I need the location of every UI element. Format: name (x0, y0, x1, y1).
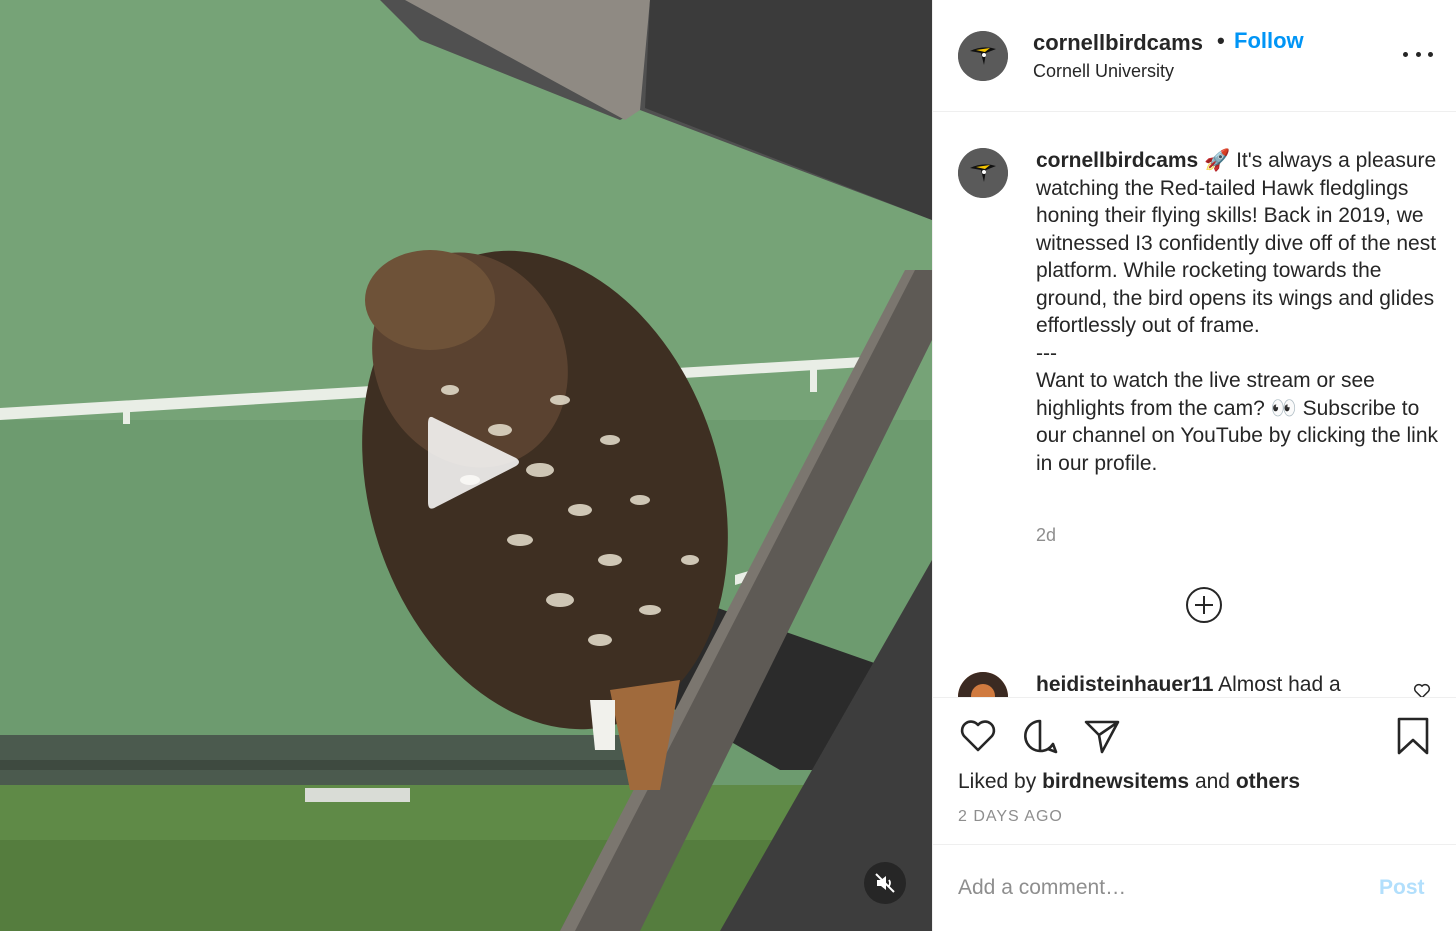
mute-toggle-button[interactable] (864, 862, 906, 904)
add-comment-input[interactable] (958, 868, 1358, 908)
plus-circle-icon[interactable] (1185, 586, 1223, 624)
play-icon[interactable] (420, 408, 524, 516)
heart-icon[interactable] (958, 716, 998, 756)
post-caption: cornellbirdcams 🚀 It's always a pleasure… (1036, 147, 1441, 477)
bookmark-icon[interactable] (1393, 716, 1433, 756)
post-timestamp[interactable]: 2 DAYS AGO (958, 808, 1063, 826)
more-options-icon[interactable] (1403, 44, 1433, 64)
post-video[interactable] (0, 0, 932, 931)
comment-bubble-icon[interactable] (1020, 716, 1060, 756)
separator-dot: • (1217, 28, 1225, 53)
liked-by-prefix: Liked by (958, 770, 1037, 793)
liked-by-others-link[interactable]: others (1236, 770, 1300, 793)
follow-button[interactable]: Follow (1234, 28, 1304, 54)
comment-username[interactable]: heidisteinhauer11 (1036, 673, 1213, 696)
comments-scroll-area[interactable]: cornellbirdcams 🚀 It's always a pleasure… (933, 113, 1456, 697)
bird-logo-icon (958, 31, 1008, 81)
caption-age: 2d (1036, 525, 1057, 545)
post-header: cornellbirdcams • Follow Cornell Univers… (933, 0, 1456, 112)
avatar[interactable] (958, 148, 1008, 198)
add-comment-bar: Post (933, 846, 1456, 931)
comment-item: heidisteinhauer11 Almost had a (958, 670, 1438, 697)
heart-icon[interactable] (1413, 682, 1431, 697)
avatar[interactable] (958, 672, 1008, 697)
caption-paragraph-2: Want to watch the live stream or see hig… (1036, 369, 1438, 475)
avatar[interactable] (958, 31, 1008, 81)
post-details-panel: cornellbirdcams • Follow Cornell Univers… (932, 0, 1456, 931)
liked-by-conjunction: and (1194, 770, 1230, 793)
post-author-username[interactable]: cornellbirdcams (1033, 30, 1203, 56)
liked-by-user[interactable]: birdnewsitems (1042, 770, 1189, 793)
comment-text: Almost had a (1218, 673, 1341, 696)
caption-divider: --- (1036, 341, 1057, 365)
rocket-emoji: 🚀 (1204, 149, 1231, 172)
share-paper-plane-icon[interactable] (1082, 716, 1122, 756)
post-actions: Liked by birdnewsitems and others 2 DAYS… (933, 697, 1456, 845)
user-photo-icon (958, 672, 1008, 697)
muted-speaker-icon (875, 873, 895, 893)
bird-logo-icon (958, 148, 1008, 198)
post-comment-button[interactable]: Post (1379, 876, 1425, 900)
caption-paragraph-1: It's always a pleasure watching the Red-… (1036, 149, 1437, 337)
caption-username[interactable]: cornellbirdcams (1036, 149, 1198, 172)
post-location[interactable]: Cornell University (1033, 61, 1174, 82)
likes-summary: Liked by birdnewsitems and others (958, 770, 1300, 794)
